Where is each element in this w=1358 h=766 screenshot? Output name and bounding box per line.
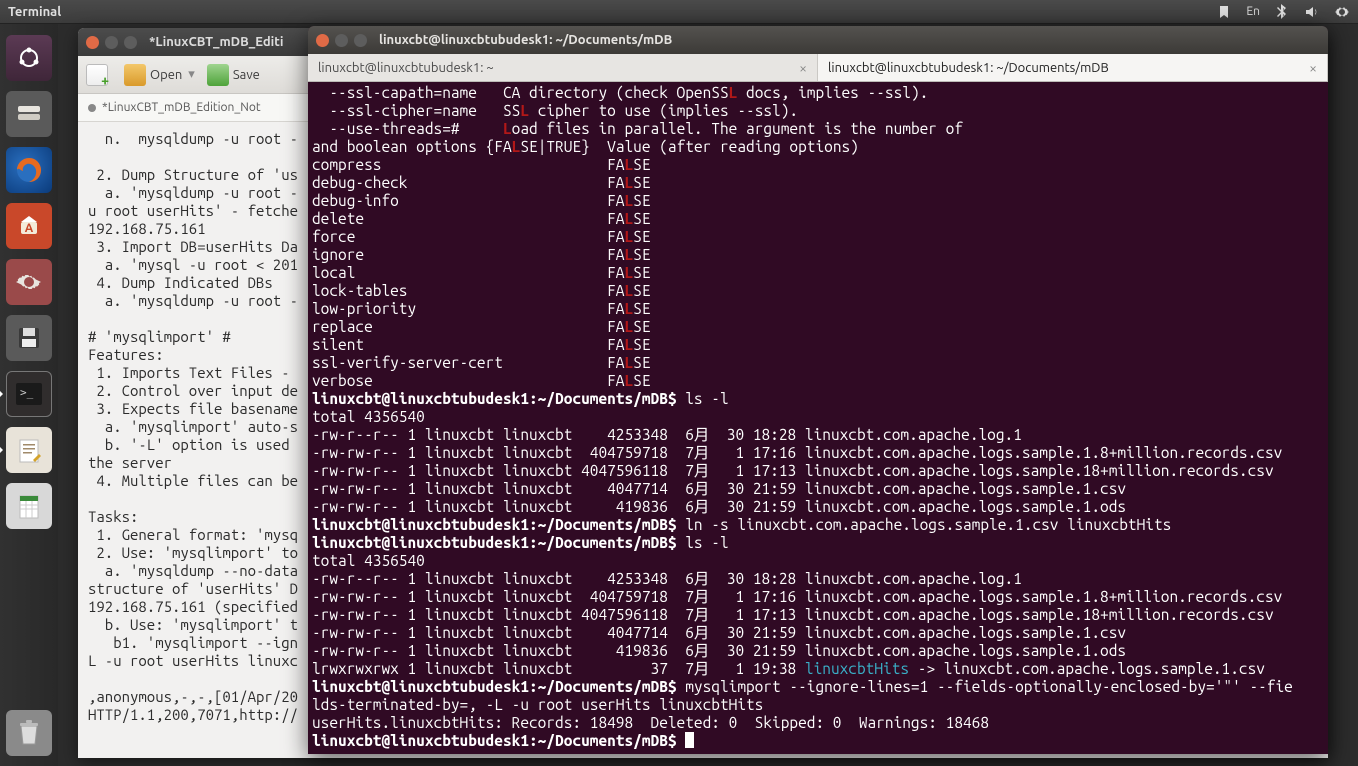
- modified-dot-icon: [88, 104, 96, 112]
- save-button[interactable]: Save: [207, 64, 260, 86]
- launcher-software[interactable]: A: [6, 203, 52, 249]
- terminal-tabs: linuxcbt@linuxcbtubudesk1: ~ × linuxcbt@…: [308, 54, 1328, 82]
- bluetooth-icon[interactable]: [1274, 4, 1290, 20]
- open-button[interactable]: Open▾: [124, 64, 195, 86]
- terminal-titlebar[interactable]: linuxcbt@linuxcbtubudesk1: ~/Documents/m…: [308, 26, 1328, 54]
- gear-icon[interactable]: [1334, 4, 1350, 20]
- network-icon[interactable]: [1216, 4, 1232, 20]
- terminal-body[interactable]: --ssl-capath=name CA directory (check Op…: [308, 82, 1328, 754]
- editor-tab-label: *LinuxCBT_mDB_Edition_Not: [102, 101, 261, 114]
- new-file-button[interactable]: [86, 64, 112, 86]
- launcher-calc[interactable]: [6, 483, 52, 529]
- terminal-window: linuxcbt@linuxcbtubudesk1: ~/Documents/m…: [308, 26, 1328, 754]
- close-icon[interactable]: [86, 36, 99, 49]
- unity-launcher: A >_: [0, 24, 58, 766]
- launcher-editor[interactable]: [6, 427, 52, 473]
- launcher-trash[interactable]: [6, 710, 52, 756]
- terminal-title: linuxcbt@linuxcbtubudesk1: ~/Documents/m…: [379, 33, 672, 47]
- sound-icon[interactable]: [1304, 4, 1320, 20]
- launcher-terminal[interactable]: >_: [6, 371, 52, 417]
- maximize-icon[interactable]: [124, 36, 137, 49]
- launcher-firefox[interactable]: [6, 147, 52, 193]
- minimize-icon[interactable]: [335, 34, 348, 47]
- minimize-icon[interactable]: [105, 36, 118, 49]
- tab-close-icon[interactable]: ×: [1309, 60, 1317, 76]
- close-icon[interactable]: [316, 34, 329, 47]
- launcher-save[interactable]: [6, 315, 52, 361]
- tab-close-icon[interactable]: ×: [799, 60, 807, 76]
- launcher-settings[interactable]: [6, 259, 52, 305]
- terminal-tab-2[interactable]: linuxcbt@linuxcbtubudesk1: ~/Documents/m…: [818, 54, 1328, 81]
- tab-label: linuxcbt@linuxcbtubudesk1: ~: [318, 61, 494, 75]
- editor-title: *LinuxCBT_mDB_Editi: [149, 35, 283, 49]
- svg-text:>_: >_: [20, 386, 34, 399]
- lang-indicator[interactable]: En: [1246, 5, 1260, 18]
- maximize-icon[interactable]: [354, 34, 367, 47]
- launcher-dash[interactable]: [6, 35, 52, 81]
- tab-label: linuxcbt@linuxcbtubudesk1: ~/Documents/m…: [828, 61, 1109, 75]
- top-panel: Terminal En: [0, 0, 1358, 24]
- terminal-tab-1[interactable]: linuxcbt@linuxcbtubudesk1: ~ ×: [308, 54, 818, 81]
- app-title: Terminal: [8, 5, 61, 19]
- launcher-files[interactable]: [6, 91, 52, 137]
- svg-text:A: A: [25, 222, 34, 235]
